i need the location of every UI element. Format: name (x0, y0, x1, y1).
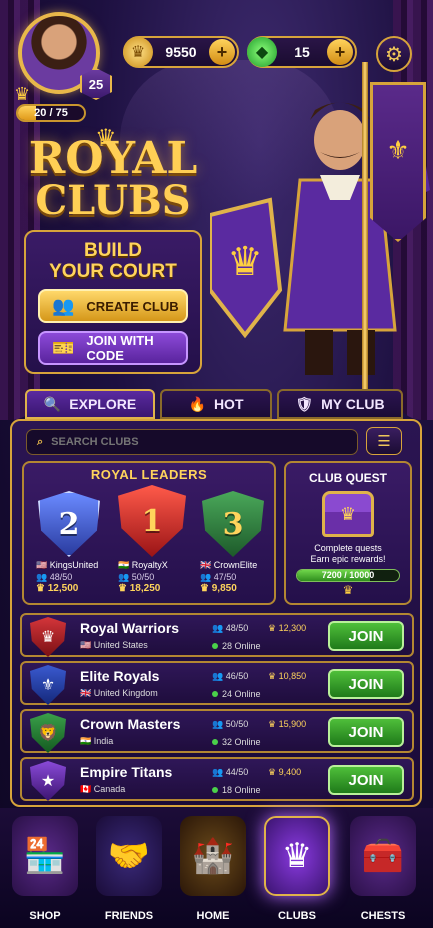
club-points: ♛ 15,900 (268, 719, 307, 729)
leader-3-info: 🇬🇧 CrownElite 👥 47/50 ♛ 9,850 (200, 560, 258, 594)
settings-gear-icon[interactable]: ⚙ (376, 36, 412, 72)
club-country: 🇮🇳 India (80, 736, 114, 746)
club-country: 🇬🇧 United Kingdom (80, 688, 158, 698)
tab-explore[interactable]: 🔍 EXPLORE (25, 389, 155, 419)
svg-text:♛: ♛ (227, 240, 263, 284)
crest-icon: 🛡 (295, 395, 314, 412)
club-online: 18 Online (212, 785, 261, 795)
create-club-button[interactable]: 👥 CREATE CLUB (38, 289, 188, 323)
royal-banner: ⚜ (370, 82, 426, 242)
lion-emblem-icon: 🦁 (30, 713, 66, 753)
club-row[interactable]: ⚜ Elite Royals 🇬🇧 United Kingdom 👥 46/50… (20, 661, 414, 705)
magnifier-icon: 🔍 (43, 395, 62, 412)
add-gems-button[interactable]: + (327, 39, 353, 65)
fleur-de-lis-emblem-icon: ⚜ (30, 665, 66, 705)
join-with-code-button[interactable]: 🎫 JOIN WITH CODE (38, 331, 188, 365)
club-name: Empire Titans (80, 764, 173, 780)
crown-emblem-icon: ♛ (30, 617, 66, 657)
quest-description: Complete quests Earn epic rewards! (310, 543, 386, 564)
crown-icon: ♛ (14, 84, 31, 104)
player-profile[interactable]: 25 ♛ 20 / 75 (14, 12, 112, 122)
club-members: 👥 50/50 (212, 719, 249, 729)
flame-icon: 🔥 (188, 395, 206, 412)
rank-2-shield[interactable]: 2 (38, 491, 100, 557)
join-button[interactable]: JOIN (328, 765, 404, 795)
gems-counter: ◆ 15 + (247, 36, 357, 68)
quest-crown-icon: ♛ (342, 583, 354, 597)
club-online: 28 Online (212, 641, 261, 651)
nav-home[interactable]: 🏰 HOME (170, 808, 256, 928)
rank-3-shield[interactable]: 3 (202, 491, 264, 557)
club-country: 🇨🇦 Canada (80, 784, 126, 794)
club-points: ♛ 9,400 (268, 767, 302, 777)
coins-value: 9550 (165, 44, 197, 60)
search-bar[interactable]: ⌕ (26, 429, 358, 455)
xp-text: 20 / 75 (34, 107, 68, 119)
join-button[interactable]: JOIN (328, 669, 404, 699)
nav-friends[interactable]: 🤝 FRIENDS (86, 808, 172, 928)
gems-value: 15 (294, 44, 310, 60)
club-members: 👥 46/50 (212, 671, 249, 681)
rank-1-shield[interactable]: 1 (118, 485, 186, 557)
search-icon: ⌕ (37, 435, 44, 448)
club-name: Crown Masters (80, 716, 181, 732)
quest-title: CLUB QUEST (309, 471, 387, 485)
add-coins-button[interactable]: + (209, 39, 235, 65)
palace-icon: 🏰 (180, 816, 246, 896)
club-row[interactable]: ★ Empire Titans 🇨🇦 Canada 👥 44/50 ♛ 9,40… (20, 757, 414, 801)
join-button[interactable]: JOIN (328, 717, 404, 747)
star-emblem-icon: ★ (30, 761, 66, 801)
club-row[interactable]: ♛ Royal Warriors 🇺🇸 United States 👥 48/5… (20, 613, 414, 657)
royal-leaders-panel: ROYAL LEADERS 2 🇺🇸 KingsUnited 👥 48/50 ♛… (22, 461, 276, 605)
xp-bar: 20 / 75 (16, 104, 86, 122)
club-country: 🇺🇸 United States (80, 640, 148, 650)
quest-progress-text: 7200 / 10000 (321, 570, 375, 580)
leader-1-info: 🇮🇳 RoyaltyX 👥 50/50 ♛ 18,250 (118, 560, 168, 594)
coin-icon: ♛ (123, 37, 153, 67)
royal-clubs-screen: 25 ♛ 20 / 75 ♛ 9550 + ◆ 15 + ⚙ ♛ ROYAL C… (0, 0, 433, 928)
club-quest-panel[interactable]: CLUB QUEST ♛ Complete quests Earn epic r… (284, 461, 412, 605)
club-members: 👥 48/50 (212, 623, 249, 633)
quest-progress-bar: 7200 / 10000 (296, 569, 400, 582)
gem-icon: ◆ (247, 37, 277, 67)
coins-counter: ♛ 9550 + (123, 36, 239, 68)
shop-stall-icon: 🏪 (12, 816, 78, 896)
clubs-panel: ⌕ ☰ ROYAL LEADERS 2 🇺🇸 KingsUnited 👥 48/… (10, 419, 422, 807)
tab-my-club[interactable]: 🛡 MY CLUB (277, 389, 403, 419)
treasure-chest-icon: ♛ (322, 491, 374, 537)
nav-shop[interactable]: 🏪 SHOP (2, 808, 88, 928)
ticket-icon: 🎫 (52, 337, 75, 358)
search-input[interactable] (51, 436, 322, 448)
club-points: ♛ 12,300 (268, 623, 307, 633)
club-name: Elite Royals (80, 668, 160, 684)
leaders-title: ROYAL LEADERS (90, 467, 208, 482)
bottom-navigation: 🏪 SHOP 🤝 FRIENDS 🏰 HOME ♛ CLUBS 🧰 CHESTS (0, 808, 433, 928)
banner-pole (362, 62, 368, 392)
club-online: 24 Online (212, 689, 261, 699)
king-figures-icon: 🤝 (96, 816, 162, 896)
tab-hot[interactable]: 🔥 HOT (160, 389, 272, 419)
treasure-chest-icon: 🧰 (350, 816, 416, 896)
club-row[interactable]: 🦁 Crown Masters 🇮🇳 India 👥 50/50 ♛ 15,90… (20, 709, 414, 753)
build-title: BUILD YOUR COURT (49, 240, 177, 282)
game-title: ROYAL CLUBS (28, 133, 198, 224)
nav-clubs[interactable]: ♛ CLUBS (254, 808, 340, 928)
join-button[interactable]: JOIN (328, 621, 404, 651)
club-points: ♛ 10,850 (268, 671, 307, 681)
club-online: 32 Online (212, 737, 261, 747)
club-members: 👥 44/50 (212, 767, 249, 777)
nav-chests[interactable]: 🧰 CHESTS (340, 808, 426, 928)
club-name: Royal Warriors (80, 620, 180, 636)
club-shield-icon: ♛ (264, 816, 330, 896)
add-group-icon: 👥 (52, 295, 75, 316)
build-court-panel: BUILD YOUR COURT 👥 CREATE CLUB 🎫 JOIN WI… (24, 230, 202, 374)
filter-sliders-icon[interactable]: ☰ (366, 427, 402, 455)
leader-2-info: 🇺🇸 KingsUnited 👥 48/50 ♛ 12,500 (36, 560, 99, 594)
